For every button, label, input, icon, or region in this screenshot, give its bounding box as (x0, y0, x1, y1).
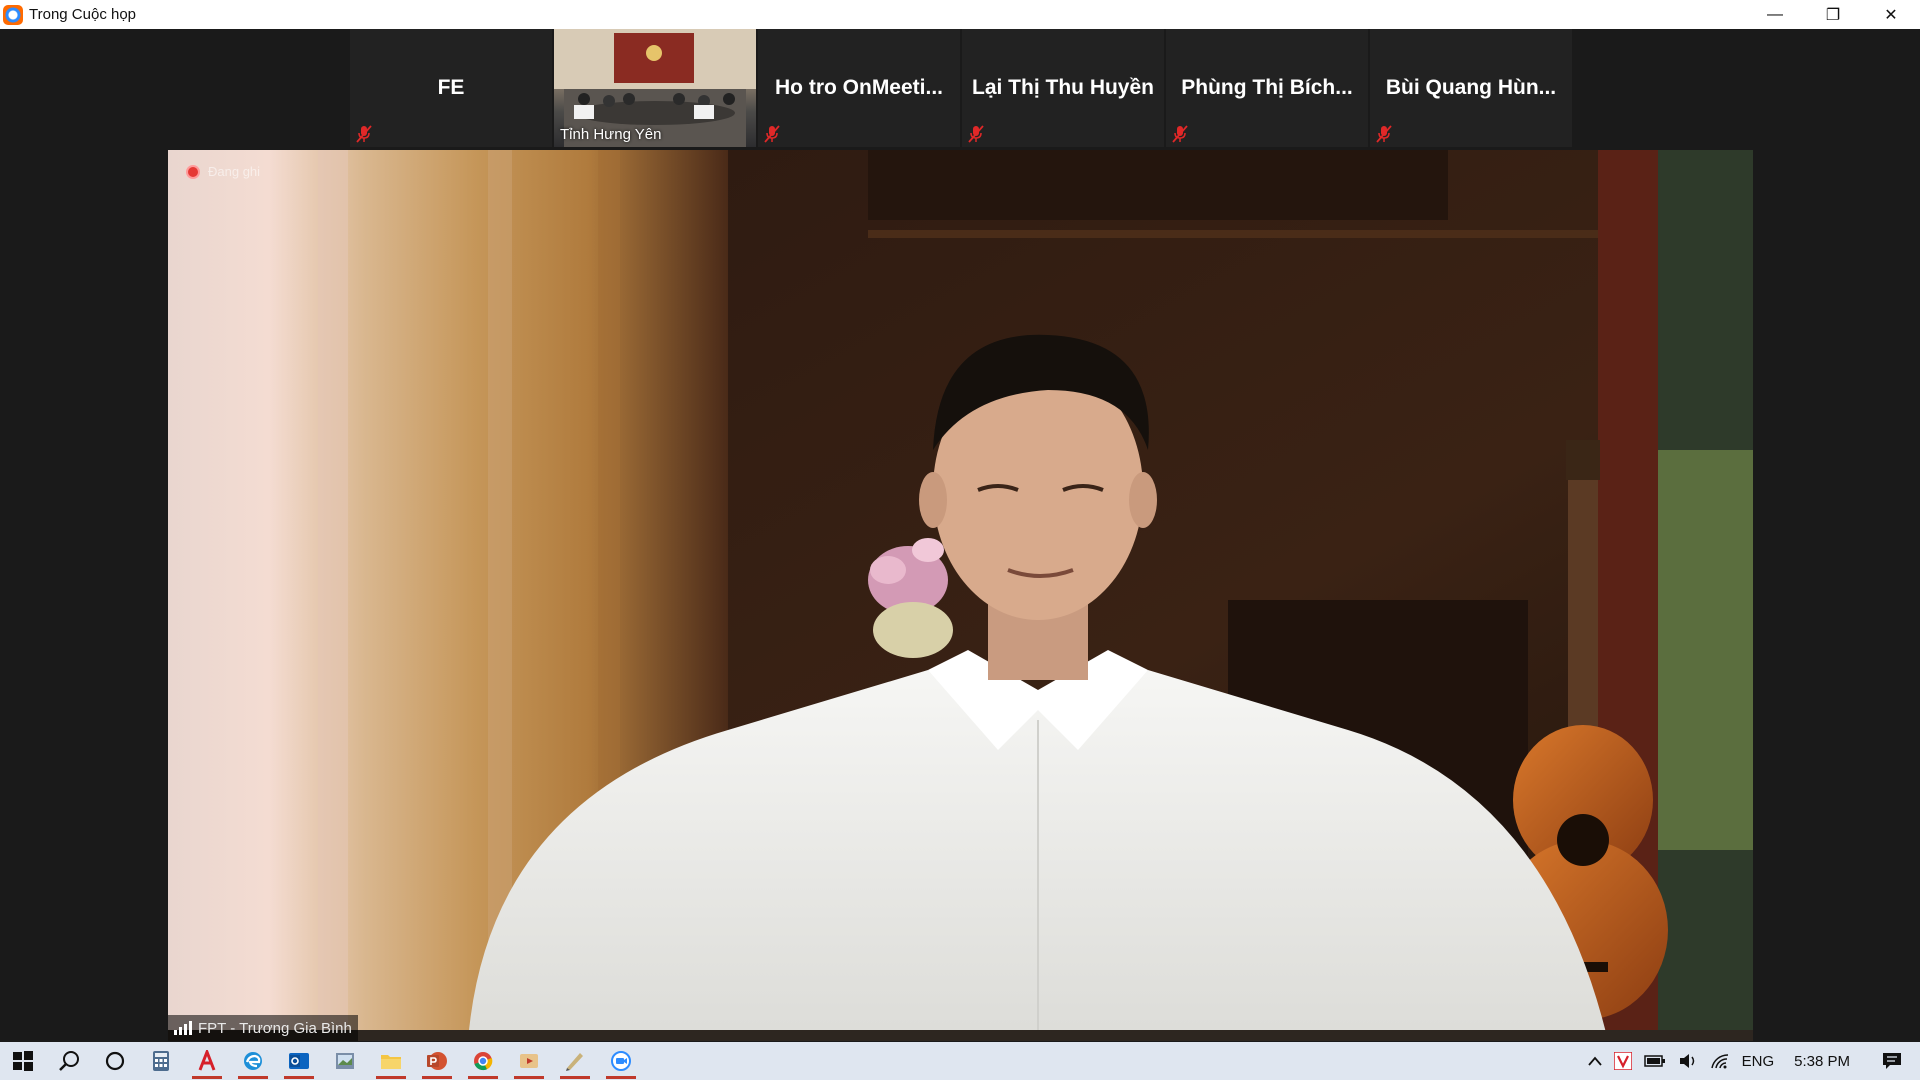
windows-taskbar: ENG 5:38 PM (0, 1042, 1920, 1080)
media-player-icon[interactable] (506, 1042, 552, 1080)
mic-muted-icon (356, 125, 372, 143)
active-speaker-video[interactable]: Đang ghi FPT - Trương Gia Bình (168, 150, 1753, 1041)
signal-bars-icon (174, 1021, 192, 1035)
speaker-name: FPT - Trương Gia Bình (198, 1019, 352, 1037)
running-indicator (376, 1076, 406, 1079)
cortana-icon[interactable] (92, 1042, 138, 1080)
running-indicator (560, 1076, 590, 1079)
powerpoint-icon[interactable] (414, 1042, 460, 1080)
participant-name: Tỉnh Hưng Yên (560, 126, 662, 143)
speaker-video-frame (168, 150, 1753, 1041)
paint-icon[interactable] (552, 1042, 598, 1080)
chevron-up-icon[interactable] (1582, 1042, 1608, 1080)
recording-indicator: Đang ghi (186, 164, 260, 179)
photos-icon[interactable] (322, 1042, 368, 1080)
wifi-icon[interactable] (1704, 1042, 1736, 1080)
calculator-icon[interactable] (138, 1042, 184, 1080)
system-tray: ENG 5:38 PM (1582, 1042, 1920, 1080)
volume-icon[interactable] (1672, 1042, 1704, 1080)
participant-tile[interactable]: Ho tro OnMeeti... (758, 29, 960, 147)
participant-name: Bùi Quang Hùn... (1385, 76, 1557, 99)
participant-tile[interactable]: Phùng Thị Bích... (1166, 29, 1368, 147)
participant-name: Phùng Thị Bích... (1181, 76, 1353, 99)
mic-muted-icon (968, 125, 984, 143)
chrome-icon[interactable] (460, 1042, 506, 1080)
outlook-icon[interactable] (276, 1042, 322, 1080)
language-indicator[interactable]: ENG (1736, 1042, 1781, 1080)
running-indicator (238, 1076, 268, 1079)
zoom-icon[interactable] (598, 1042, 644, 1080)
search-icon[interactable] (46, 1042, 92, 1080)
recording-label: Đang ghi (208, 164, 261, 179)
close-button[interactable]: ✕ (1862, 0, 1920, 29)
windows-start-icon[interactable] (0, 1042, 46, 1080)
mic-muted-icon (1376, 125, 1392, 143)
antivirus-icon[interactable] (1608, 1042, 1638, 1080)
mic-muted-icon (1172, 125, 1188, 143)
file-explorer-icon[interactable] (368, 1042, 414, 1080)
edge-icon[interactable] (230, 1042, 276, 1080)
running-indicator (606, 1076, 636, 1079)
participant-name: FE (437, 76, 465, 99)
mic-muted-icon (764, 125, 780, 143)
clock[interactable]: 5:38 PM (1780, 1042, 1864, 1080)
participant-tile[interactable]: Bùi Quang Hùn... (1370, 29, 1572, 147)
running-indicator (284, 1076, 314, 1079)
restore-button[interactable]: ❐ (1804, 0, 1862, 29)
participant-tile[interactable]: Lại Thị Thu Huyền (962, 29, 1164, 147)
participant-tile-video[interactable]: Tỉnh Hưng Yên (554, 29, 756, 147)
battery-icon[interactable] (1638, 1042, 1672, 1080)
minimize-button[interactable]: — (1746, 0, 1804, 29)
acrobat-icon[interactable] (184, 1042, 230, 1080)
participant-name: Lại Thị Thu Huyền (972, 76, 1154, 99)
notification-center-icon[interactable] (1864, 1042, 1920, 1080)
recording-dot-icon (186, 164, 200, 179)
window-title-bar[interactable]: Trong Cuộc họp — ❐ ✕ (0, 0, 1920, 29)
participant-name: Ho tro OnMeeti... (775, 76, 943, 99)
meeting-app-icon (3, 4, 23, 25)
speaker-name-label: FPT - Trương Gia Bình (168, 1015, 358, 1041)
running-indicator (468, 1076, 498, 1079)
running-indicator (422, 1076, 452, 1079)
running-indicator (192, 1076, 222, 1079)
window-title: Trong Cuộc họp (29, 6, 137, 23)
running-indicator (514, 1076, 544, 1079)
meeting-area: FE Tỉnh Hưng Yên Ho tro OnMeeti... Lại T… (0, 29, 1920, 1042)
participant-strip: FE Tỉnh Hưng Yên Ho tro OnMeeti... Lại T… (350, 29, 1572, 149)
window-controls: — ❐ ✕ (1746, 0, 1920, 29)
participant-tile[interactable]: FE (350, 29, 552, 147)
